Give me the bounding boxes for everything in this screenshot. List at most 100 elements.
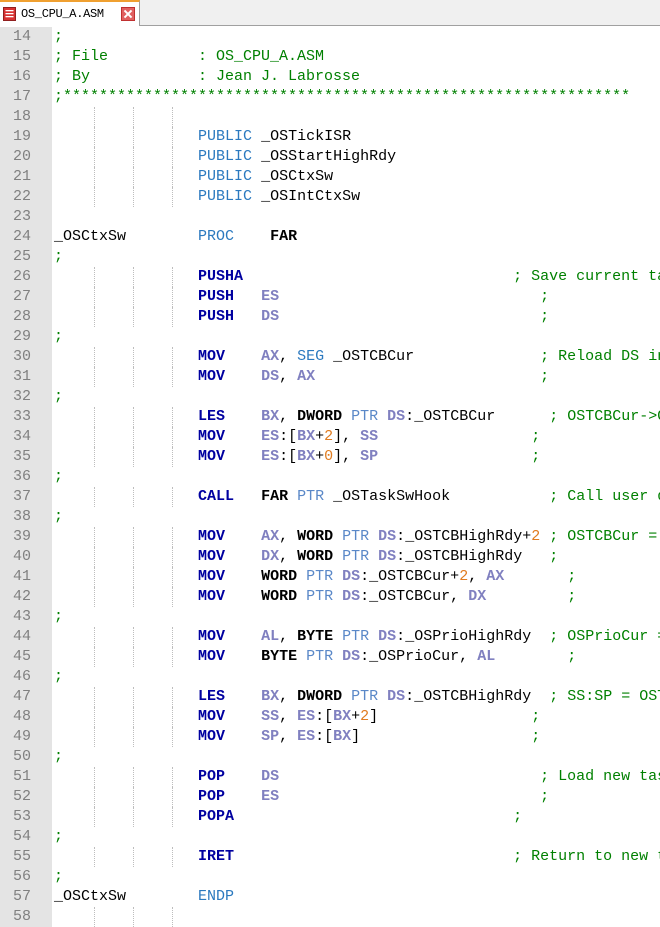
token-op: :[ [315,708,334,725]
code-line[interactable]: 58 [0,907,660,927]
token-sp [297,588,306,605]
tab-bar: OS_CPU_A.ASM [0,0,660,26]
token-id: _OSTaskSwHook [333,488,451,505]
code-line[interactable]: 44 MOV AL, BYTE PTR DS:_OSPrioHighRdy ; … [0,627,660,647]
code-line[interactable]: 50; [0,747,660,767]
line-number: 17 [12,88,31,105]
code-line[interactable]: 26 PUSHA ; Save current task's context [0,267,660,287]
code-line[interactable]: 38; [0,507,660,527]
code-line[interactable]: 31 MOV DS, AX ; [0,367,660,387]
token-dir: PROC [198,228,235,245]
token-rg: DS [342,588,361,605]
line-text: MOV DX, WORD PTR DS:_OSTCBHighRdy ; [54,547,558,567]
line-number: 52 [12,788,31,805]
token-sp [54,188,198,205]
code-line[interactable]: 22 PUBLIC _OSIntCtxSw [0,187,660,207]
token-id: _OSCtxSw [261,168,334,185]
token-op: , [279,728,298,745]
code-line[interactable]: 40 MOV DX, WORD PTR DS:_OSTCBHighRdy ; [0,547,660,567]
token-sp [531,628,549,645]
line-number: 51 [12,768,31,785]
indent-guide [133,107,134,127]
token-sp [54,728,198,745]
code-line[interactable]: 32; [0,387,660,407]
code-line[interactable]: 39 MOV AX, WORD PTR DS:_OSTCBHighRdy+2 ;… [0,527,660,547]
code-editor[interactable]: 14; 15; File : OS_CPU_A.ASM 16; By : Jean … [0,27,660,927]
code-line[interactable]: 14; [0,27,660,47]
token-dir: PUBLIC [198,148,253,165]
token-id: _OSPrioHighRdy [405,628,532,645]
token-kw: MOV [198,648,226,665]
code-line[interactable]: 21 PUBLIC _OSCtxSw [0,167,660,187]
code-line[interactable]: 20 PUBLIC _OSStartHighRdy [0,147,660,167]
token-sp [54,708,198,725]
code-line[interactable]: 43; [0,607,660,627]
code-line[interactable]: 27 PUSH ES ; [0,287,660,307]
code-line[interactable]: 53 POPA ; [0,807,660,827]
code-line[interactable]: 57 _OSCtxSw ENDP [0,887,660,907]
code-line[interactable]: 45 MOV BYTE PTR DS:_OSPrioCur, AL ; [0,647,660,667]
code-line[interactable]: 36; [0,467,660,487]
code-line[interactable]: 15 ; File : OS_CPU_A.ASM [0,47,660,67]
line-number: 46 [12,668,31,685]
code-line[interactable]: 42 MOV WORD PTR DS:_OSTCBCur, DX ; [0,587,660,607]
token-id: _OSStartHighRdy [261,148,397,165]
code-line[interactable]: 24 _OSCtxSw PROC FAR [0,227,660,247]
token-rg: ES [297,708,316,725]
token-op: : [360,588,370,605]
code-line[interactable]: 56; [0,867,660,887]
code-line[interactable]: 30 MOV AX, SEG _OSTCBCur ; Reload DS in … [0,347,660,367]
token-rg: DS [342,568,361,585]
code-line[interactable]: 16 ; By : Jean J. Labrosse [0,67,660,87]
line-text: PUBLIC _OSIntCtxSw [54,187,360,207]
code-line[interactable]: 34 MOV ES:[BX+2], SS ; [0,427,660,447]
token-sp [225,568,261,585]
code-line[interactable]: 48 MOV SS, ES:[BX+2] ; [0,707,660,727]
token-sz: WORD [297,528,334,545]
token-sp [225,548,261,565]
code-line[interactable]: 29; [0,327,660,347]
token-rg: SP [360,448,379,465]
token-sz: BYTE [261,648,298,665]
token-op: ], [333,448,361,465]
code-line[interactable]: 17 ;*************************************… [0,87,660,107]
code-line[interactable]: 28 PUSH DS ; [0,307,660,327]
line-text: ; By : Jean J. Labrosse [54,67,360,87]
line-number: 57 [12,888,31,905]
line-text: ; [54,827,63,847]
token-sz: WORD [297,548,334,565]
code-line[interactable]: 47 LES BX, DWORD PTR DS:_OSTCBHighRdy ; … [0,687,660,707]
token-sp [54,128,198,145]
token-num: 0 [324,448,334,465]
line-number: 55 [12,848,31,865]
code-line[interactable]: 18 [0,107,660,127]
token-kw: MOV [198,728,226,745]
code-line[interactable]: 49 MOV SP, ES:[BX] ; [0,727,660,747]
code-line[interactable]: 41 MOV WORD PTR DS:_OSTCBCur+2, AX ; [0,567,660,587]
code-line[interactable]: 37 CALL FAR PTR _OSTaskSwHook ; Call use… [0,487,660,507]
tab-os-cpu-a-asm[interactable]: OS_CPU_A.ASM [0,0,140,26]
token-op: : [405,688,415,705]
token-id: _OSTickISR [261,128,352,145]
token-kw: POPA [198,808,235,825]
token-sp [531,688,549,705]
code-line[interactable]: 19 PUBLIC _OSTickISR [0,127,660,147]
code-area[interactable]: 14; 15; File : OS_CPU_A.ASM 16; By : Jean … [0,27,660,927]
line-text: POP DS ; Load new task's context [54,767,660,787]
close-icon[interactable] [121,7,135,21]
code-line[interactable]: 54; [0,827,660,847]
code-line[interactable]: 35 MOV ES:[BX+0], SP ; [0,447,660,467]
code-line[interactable]: 55 IRET ; Return to new task [0,847,660,867]
token-rg: ES [261,788,280,805]
code-line[interactable]: 33 LES BX, DWORD PTR DS:_OSTCBCur ; OSTC… [0,407,660,427]
token-id: _OSCtxSw [54,228,127,245]
code-line[interactable]: 46; [0,667,660,687]
token-cm: ; [540,368,550,385]
token-op: :[ [279,428,298,445]
code-line[interactable]: 52 POP ES ; [0,787,660,807]
code-line[interactable]: 23 [0,207,660,227]
code-line[interactable]: 25; [0,247,660,267]
code-line[interactable]: 51 POP DS ; Load new task's context [0,767,660,787]
token-sp [540,528,549,545]
line-text: MOV ES:[BX+0], SP ; [54,447,540,467]
